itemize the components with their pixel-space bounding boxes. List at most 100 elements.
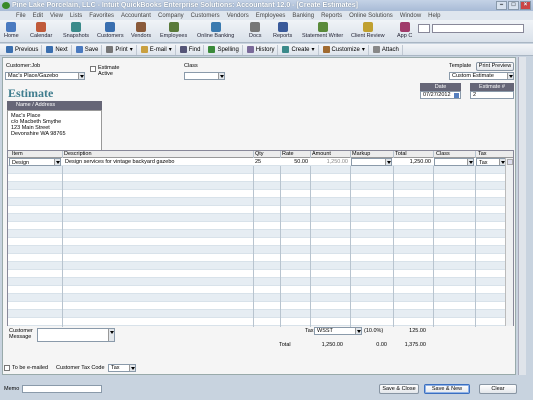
- table-row[interactable]: [8, 230, 506, 238]
- print-preview-button[interactable]: Print Preview: [476, 62, 514, 71]
- spelling-button[interactable]: Spelling: [205, 44, 243, 55]
- table-row[interactable]: [8, 294, 506, 302]
- attach-button[interactable]: Attach: [370, 44, 403, 55]
- table-row[interactable]: [8, 254, 506, 262]
- estimate-number-field[interactable]: 2: [470, 91, 514, 99]
- table-row[interactable]: [8, 222, 506, 230]
- cell-total[interactable]: 1,250.00: [393, 158, 431, 166]
- menu-edit[interactable]: Edit: [33, 13, 43, 19]
- table-row[interactable]: [8, 238, 506, 246]
- table-row[interactable]: [8, 166, 506, 174]
- menu-favorites[interactable]: Favorites: [89, 13, 114, 19]
- header-amount: Amount: [312, 151, 331, 157]
- snapshots-icon: [71, 22, 81, 32]
- table-row[interactable]: [8, 302, 506, 310]
- date-field[interactable]: 07/27/2012: [420, 91, 461, 99]
- table-row[interactable]: [8, 286, 506, 294]
- save-new-button[interactable]: Save & New: [424, 384, 470, 394]
- iconbar-label: Docs: [249, 33, 262, 39]
- cell-rate[interactable]: 50.00: [280, 158, 308, 166]
- table-row[interactable]: [8, 214, 506, 222]
- memo-input[interactable]: [22, 385, 102, 393]
- to-be-emailed-checkbox[interactable]: [4, 365, 10, 371]
- menu-reports[interactable]: Reports: [321, 13, 342, 19]
- table-row[interactable]: [8, 318, 506, 326]
- close-button[interactable]: ×: [520, 1, 531, 10]
- class-dropdown[interactable]: [184, 72, 225, 80]
- menu-lists[interactable]: Lists: [70, 13, 82, 19]
- menu-employees[interactable]: Employees: [256, 13, 286, 19]
- minimize-button[interactable]: –: [496, 1, 507, 10]
- customer-tax-code-dropdown[interactable]: Tax: [108, 364, 136, 372]
- iconbar-employees[interactable]: Employees: [160, 22, 187, 39]
- docs-icon: [250, 22, 261, 32]
- iconbar-app-c[interactable]: App C: [397, 22, 412, 39]
- customer-message-dropdown[interactable]: [37, 328, 115, 342]
- previous-button[interactable]: Previous: [3, 44, 43, 55]
- table-row[interactable]: [8, 310, 506, 318]
- menu-banking[interactable]: Banking: [292, 13, 314, 19]
- iconbar-customers[interactable]: Customers: [97, 22, 124, 39]
- table-row[interactable]: [8, 270, 506, 278]
- iconbar-vendors[interactable]: Vendors: [131, 22, 151, 39]
- iconbar-label: Vendors: [131, 33, 152, 39]
- create-button[interactable]: Create ▾: [279, 44, 319, 55]
- class-cell-dropdown[interactable]: [434, 158, 474, 166]
- iconbar-calendar[interactable]: Calendar: [30, 22, 52, 39]
- maximize-button[interactable]: □: [508, 1, 519, 10]
- save-close-button[interactable]: Save & Close: [379, 384, 419, 394]
- email-button[interactable]: E-mail ▾: [138, 44, 176, 55]
- tax-item-dropdown[interactable]: WSST: [314, 327, 362, 335]
- menu-file[interactable]: File: [16, 13, 26, 19]
- table-row[interactable]: [8, 174, 506, 182]
- search-input[interactable]: [432, 24, 524, 33]
- item-dropdown[interactable]: Design: [9, 158, 61, 166]
- line-items-table: Item Description Qty Rate Amount Markup …: [7, 150, 514, 327]
- iconbar-online-banking[interactable]: Online Banking: [197, 22, 234, 39]
- cell-qty[interactable]: 25: [255, 158, 261, 166]
- cell-description[interactable]: Design services for vintage backyard gaz…: [65, 158, 174, 166]
- iconbar-snapshots[interactable]: Snapshots: [63, 22, 89, 39]
- menu-vendors[interactable]: Vendors: [227, 13, 249, 19]
- history-button[interactable]: History: [244, 44, 279, 55]
- table-row[interactable]: [8, 206, 506, 214]
- customize-button[interactable]: Customize ▾: [320, 44, 369, 55]
- tax-cell-dropdown[interactable]: Tax: [476, 158, 506, 166]
- print-button[interactable]: Print ▾: [103, 44, 137, 55]
- calendar-icon[interactable]: [454, 93, 459, 98]
- save-button[interactable]: Save: [73, 44, 103, 55]
- table-row[interactable]: [8, 182, 506, 190]
- iconbar-label: Client Review: [351, 33, 385, 39]
- clear-button[interactable]: Clear: [479, 384, 517, 394]
- markup-field[interactable]: [351, 158, 392, 166]
- table-row[interactable]: [8, 262, 506, 270]
- menu-company[interactable]: Company: [158, 13, 184, 19]
- menu-customers[interactable]: Customers: [191, 13, 220, 19]
- iconbar-reports[interactable]: Reports: [273, 22, 292, 39]
- table-row[interactable]: [8, 190, 506, 198]
- menu-help[interactable]: Help: [428, 13, 440, 19]
- next-button[interactable]: Next: [43, 44, 72, 55]
- menu-view[interactable]: View: [50, 13, 63, 19]
- iconbar-label: Statement Writer: [302, 33, 344, 39]
- window-scrollbar[interactable]: [518, 57, 526, 375]
- menu-online-solutions[interactable]: Online Solutions: [349, 13, 393, 19]
- iconbar-client-review[interactable]: Client Review: [351, 22, 385, 39]
- iconbar-home[interactable]: Home: [4, 22, 19, 39]
- table-row[interactable]: Design Design services for vintage backy…: [8, 158, 506, 166]
- search-scope-dropdown[interactable]: [418, 24, 430, 33]
- find-button[interactable]: Find: [177, 44, 205, 55]
- iconbar-docs[interactable]: Docs: [249, 22, 262, 39]
- table-row[interactable]: [8, 198, 506, 206]
- table-scrollbar[interactable]: [505, 158, 513, 326]
- table-row[interactable]: [8, 246, 506, 254]
- customer-job-dropdown[interactable]: Mac's Place/Gazebo: [5, 72, 85, 80]
- table-row[interactable]: [8, 278, 506, 286]
- estimate-active-checkbox[interactable]: [90, 66, 96, 72]
- name-address-box[interactable]: Mac's Place c/o Macbeth Smythe 123 Main …: [7, 110, 102, 152]
- menu-window[interactable]: Window: [400, 13, 421, 19]
- menu-accountant[interactable]: Accountant: [121, 13, 151, 19]
- template-label: Template: [449, 63, 472, 69]
- iconbar-statement-writer[interactable]: Statement Writer: [302, 22, 343, 39]
- template-dropdown[interactable]: Custom Estimate: [449, 72, 514, 80]
